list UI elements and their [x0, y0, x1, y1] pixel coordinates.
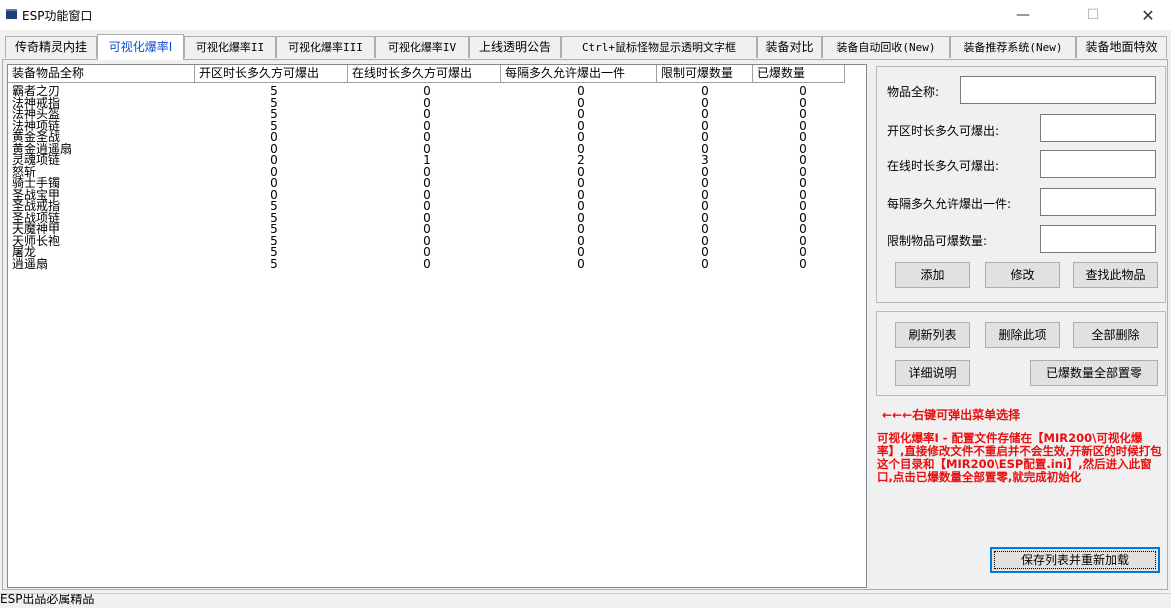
title-bar: ESP功能窗口 — ☐ ✕: [0, 0, 1171, 30]
refresh-list-button[interactable]: 刷新列表: [895, 322, 970, 348]
minimize-button[interactable]: —: [1000, 0, 1046, 30]
col-interval[interactable]: 每隔多久允许爆出一件: [501, 65, 657, 83]
details-button[interactable]: 详细说明: [895, 360, 970, 386]
tab-recommend-system[interactable]: 装备推荐系统(New): [950, 36, 1076, 58]
col-open-time[interactable]: 开区时长多久方可爆出: [195, 65, 348, 83]
save-reload-button[interactable]: 保存列表并重新加载: [990, 547, 1160, 573]
tab-ground-effects[interactable]: 装备地面特效: [1076, 36, 1167, 58]
cell-value: 5: [270, 256, 278, 271]
find-item-button[interactable]: 查找此物品: [1073, 262, 1158, 288]
cell-value: 0: [577, 256, 585, 271]
close-button[interactable]: ✕: [1125, 0, 1171, 30]
tab-visual-drop-4[interactable]: 可视化爆率IV: [375, 36, 469, 58]
item-name-input[interactable]: [960, 76, 1156, 104]
cell-value: 0: [423, 256, 431, 271]
list-header: 装备物品全称 开区时长多久方可爆出 在线时长多久方可爆出 每隔多久允许爆出一件 …: [8, 65, 866, 83]
drop-rate-list[interactable]: 装备物品全称 开区时长多久方可爆出 在线时长多久方可爆出 每隔多久允许爆出一件 …: [7, 64, 867, 588]
item-edit-group: 物品全称: 开区时长多久可爆出: 在线时长多久可爆出: 每隔多久允许爆出一件: …: [876, 66, 1166, 303]
reset-dropped-button[interactable]: 已爆数量全部置零: [1030, 360, 1158, 386]
status-text: ESP出品必属精品: [0, 593, 95, 606]
tab-strip: 传奇精灵内挂 可视化爆率I 可视化爆率II 可视化爆率III 可视化爆率IV 上…: [0, 34, 1171, 60]
config-description: 可视化爆率I - 配置文件存储在【MIR200\可视化爆率】,直接修改文件不重启…: [877, 431, 1162, 484]
status-bar: ESP出品必属精品: [0, 593, 1171, 608]
focus-rect: [994, 551, 1156, 569]
delete-all-button[interactable]: 全部删除: [1073, 322, 1158, 348]
cell-item-name: 逍遥扇: [12, 256, 49, 271]
tab-visual-drop-1[interactable]: 可视化爆率I: [97, 34, 184, 60]
maximize-button[interactable]: ☐: [1070, 0, 1116, 30]
cell-value: 0: [701, 256, 709, 271]
delete-item-button[interactable]: 删除此项: [985, 322, 1060, 348]
window-title: ESP功能窗口: [22, 9, 93, 23]
item-name-label: 物品全称:: [887, 85, 940, 99]
col-dropped[interactable]: 已爆数量: [753, 65, 845, 83]
interval-input[interactable]: [1040, 188, 1156, 216]
limit-input[interactable]: [1040, 225, 1156, 253]
online-time-label: 在线时长多久可爆出:: [887, 159, 1000, 173]
interval-label: 每隔多久允许爆出一件:: [887, 197, 1012, 211]
app-icon: [6, 9, 17, 19]
tab-equip-compare[interactable]: 装备对比: [757, 36, 822, 58]
tab-online-notice[interactable]: 上线透明公告: [469, 36, 561, 58]
col-limit[interactable]: 限制可爆数量: [657, 65, 753, 83]
right-click-hint: ←←←右键可弹出菜单选择: [882, 408, 1021, 422]
tab-visual-drop-3[interactable]: 可视化爆率III: [276, 36, 375, 58]
add-button[interactable]: 添加: [895, 262, 970, 288]
tab-ctrl-mouse-text[interactable]: Ctrl+鼠标怪物显示透明文字框: [561, 36, 757, 58]
tab-legend-spirit[interactable]: 传奇精灵内挂: [5, 36, 97, 58]
col-online-time[interactable]: 在线时长多久方可爆出: [348, 65, 501, 83]
tab-visual-drop-2[interactable]: 可视化爆率II: [184, 36, 276, 58]
cell-value: 0: [799, 256, 807, 271]
list-actions-group: 刷新列表 删除此项 全部删除 详细说明 已爆数量全部置零: [876, 311, 1166, 396]
online-time-input[interactable]: [1040, 150, 1156, 178]
col-item-name[interactable]: 装备物品全称: [8, 65, 195, 83]
tab-auto-recycle[interactable]: 装备自动回收(New): [822, 36, 950, 58]
open-time-input[interactable]: [1040, 114, 1156, 142]
open-time-label: 开区时长多久可爆出:: [887, 124, 1000, 138]
edit-button[interactable]: 修改: [985, 262, 1060, 288]
limit-label: 限制物品可爆数量:: [887, 234, 988, 248]
